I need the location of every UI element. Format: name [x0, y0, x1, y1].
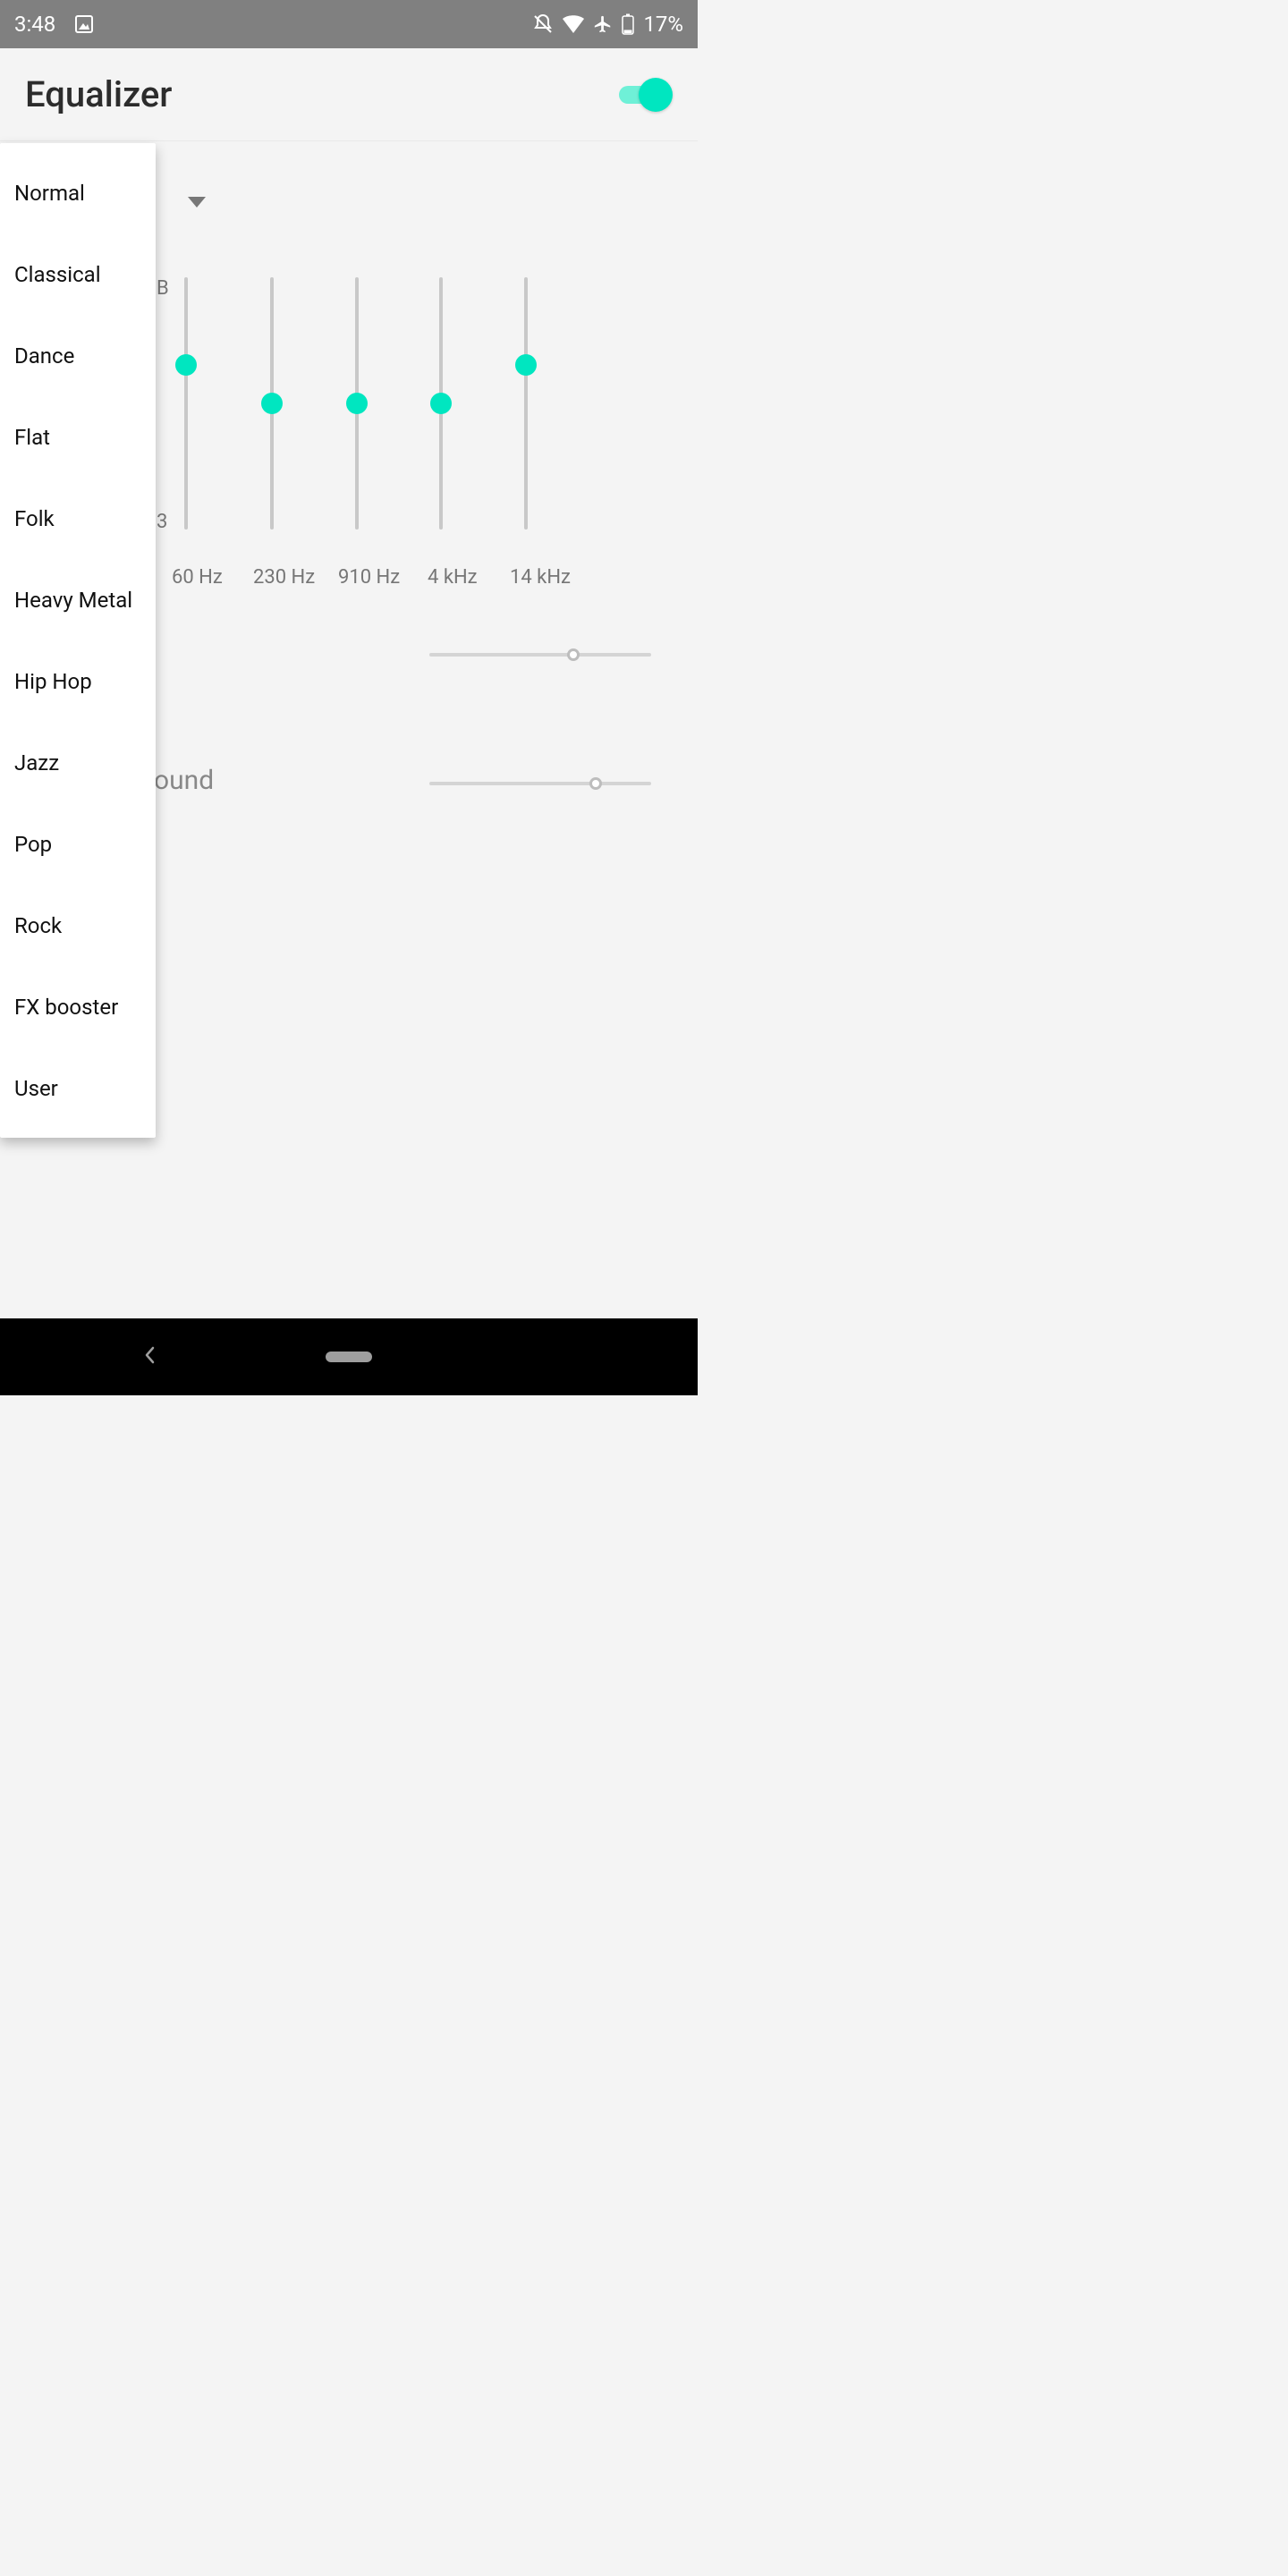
menu-item-label: Heavy Metal [14, 588, 132, 613]
alarm-off-icon [532, 13, 554, 35]
status-right: 17% [532, 12, 683, 37]
preset-option-classical[interactable]: Classical [0, 233, 156, 315]
preset-option-folk[interactable]: Folk [0, 478, 156, 559]
menu-item-label: Hip Hop [14, 669, 92, 694]
nav-home-pill[interactable] [326, 1352, 372, 1362]
menu-item-label: Normal [14, 181, 85, 206]
eq-band-label: 4 kHz [428, 566, 478, 589]
eq-band-label: 60 Hz [172, 566, 223, 589]
preset-option-heavy-metal[interactable]: Heavy Metal [0, 559, 156, 640]
battery-percent: 17% [643, 12, 683, 37]
battery-icon [622, 13, 634, 35]
chevron-left-icon [143, 1346, 157, 1364]
preset-option-user[interactable]: User [0, 1047, 156, 1129]
nav-back-button[interactable] [143, 1346, 157, 1368]
preset-option-rock[interactable]: Rock [0, 885, 156, 966]
menu-item-label: FX booster [14, 995, 118, 1020]
status-left: 3:48 [14, 12, 95, 37]
preset-option-hip-hop[interactable]: Hip Hop [0, 640, 156, 722]
menu-item-label: Flat [14, 425, 50, 450]
picture-icon [73, 13, 95, 35]
eq-band-label: 910 Hz [338, 566, 400, 589]
menu-item-label: Folk [14, 506, 55, 531]
preset-option-dance[interactable]: Dance [0, 315, 156, 396]
menu-item-label: User [14, 1076, 58, 1101]
menu-item-label: Dance [14, 343, 74, 369]
preset-option-fx-booster[interactable]: FX booster [0, 966, 156, 1047]
preset-option-pop[interactable]: Pop [0, 803, 156, 885]
status-time: 3:48 [14, 12, 55, 37]
eq-band-label: 230 Hz [253, 566, 315, 589]
system-nav-bar [0, 1318, 698, 1395]
menu-item-label: Jazz [14, 750, 59, 775]
eq-band-label: 14 kHz [510, 566, 571, 589]
preset-option-jazz[interactable]: Jazz [0, 722, 156, 803]
wifi-icon [563, 15, 584, 33]
surround-label: ound [154, 765, 214, 796]
equalizer-master-toggle[interactable] [619, 78, 673, 112]
menu-item-label: Classical [14, 262, 101, 287]
airplane-mode-icon [593, 14, 613, 34]
status-bar: 3:48 17% [0, 0, 698, 48]
header: Equalizer [0, 48, 698, 141]
preset-dropdown-menu: Normal Classical Dance Flat Folk Heavy M… [0, 143, 156, 1138]
bass-boost-slider[interactable] [429, 653, 651, 657]
menu-item-label: Pop [14, 832, 52, 857]
surround-slider[interactable] [429, 782, 651, 785]
preset-option-normal[interactable]: Normal [0, 152, 156, 233]
preset-dropdown-caret-icon[interactable] [188, 197, 206, 208]
menu-item-label: Rock [14, 913, 62, 938]
page-title: Equalizer [25, 73, 172, 115]
preset-option-flat[interactable]: Flat [0, 396, 156, 478]
